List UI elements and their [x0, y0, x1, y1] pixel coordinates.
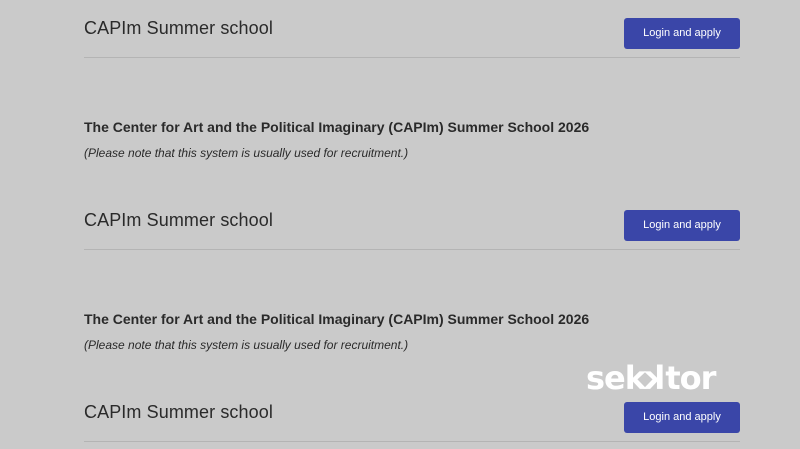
- section-header-row: CAPIm Summer school Login and apply: [84, 402, 740, 442]
- watermark-text-start: sek: [586, 359, 646, 397]
- login-and-apply-button[interactable]: Login and apply: [624, 402, 740, 433]
- watermark-text-reversed: k: [645, 359, 666, 397]
- section-header-2: CAPIm Summer school Login and apply: [84, 210, 740, 250]
- section-header-3: CAPIm Summer school Login and apply: [84, 402, 740, 442]
- page: CAPIm Summer school Login and apply The …: [0, 0, 800, 449]
- section-title: CAPIm Summer school: [84, 18, 273, 38]
- section-header-row: CAPIm Summer school Login and apply: [84, 18, 740, 58]
- section-header-row: CAPIm Summer school Login and apply: [84, 210, 740, 250]
- section-title: CAPIm Summer school: [84, 402, 273, 422]
- watermark-text-end: tor: [665, 359, 716, 397]
- login-and-apply-button[interactable]: Login and apply: [624, 210, 740, 241]
- sekktor-watermark-logo: sekktor: [586, 359, 746, 397]
- login-and-apply-button[interactable]: Login and apply: [624, 18, 740, 49]
- program-note: (Please note that this system is usually…: [84, 338, 409, 352]
- section-title: CAPIm Summer school: [84, 210, 273, 230]
- section-header-1: CAPIm Summer school Login and apply: [84, 18, 740, 58]
- program-note: (Please note that this system is usually…: [84, 146, 409, 160]
- program-title: The Center for Art and the Political Ima…: [84, 119, 590, 135]
- program-title: The Center for Art and the Political Ima…: [84, 311, 590, 327]
